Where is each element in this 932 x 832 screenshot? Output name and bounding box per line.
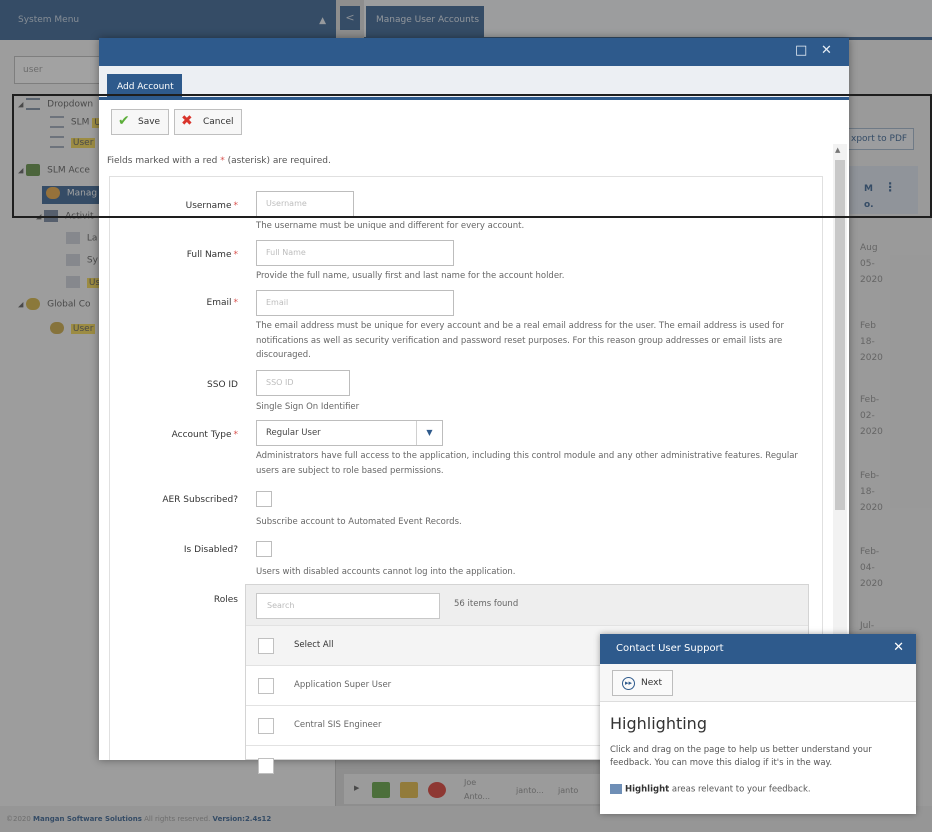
email-input[interactable]: Email: [256, 290, 454, 316]
email-label: Email *: [206, 298, 238, 308]
dialog-titlebar[interactable]: □ ✕: [99, 38, 849, 66]
support-body: Click and drag on the page to help us be…: [610, 745, 872, 768]
role-checkbox[interactable]: [258, 678, 274, 694]
roles-label: Roles: [213, 595, 238, 605]
feedback-highlight-region[interactable]: [12, 94, 932, 218]
close-icon[interactable]: ✕: [821, 44, 832, 58]
aer-subscribed-checkbox[interactable]: [256, 491, 272, 507]
contact-support-panel[interactable]: Contact User Support ✕ ▸▸ Next Highlight…: [600, 634, 916, 814]
full-name-input[interactable]: Full Name: [256, 240, 454, 266]
sso-id-input[interactable]: SSO ID: [256, 370, 350, 396]
support-titlebar[interactable]: Contact User Support ✕: [600, 634, 916, 664]
next-icon: ▸▸: [622, 677, 635, 690]
close-icon[interactable]: ✕: [893, 641, 904, 655]
aer-subscribed-label: AER Subscribed?: [162, 495, 238, 505]
account-type-select[interactable]: Regular User ▼: [256, 420, 443, 446]
select-all-checkbox[interactable]: [258, 638, 274, 654]
support-title: Contact User Support: [616, 643, 724, 654]
maximize-icon[interactable]: □: [795, 44, 807, 58]
roles-count: 56 items found: [454, 599, 519, 609]
support-toolbar: ▸▸ Next: [600, 664, 916, 702]
full-name-help: Provide the full name, usually first and…: [256, 271, 565, 281]
sso-id-label: SSO ID: [207, 380, 238, 390]
is-disabled-label: Is Disabled?: [183, 545, 238, 555]
role-checkbox[interactable]: [258, 718, 274, 734]
select-all-label: Select All: [294, 640, 334, 650]
chevron-down-icon[interactable]: ▼: [416, 421, 442, 445]
role-label: Application Super User: [294, 680, 392, 690]
is-disabled-checkbox[interactable]: [256, 541, 272, 557]
account-type-value: Regular User: [266, 428, 321, 438]
full-name-label: Full Name *: [186, 250, 238, 260]
role-label: Central SIS Engineer: [294, 720, 382, 730]
role-checkbox[interactable]: [258, 758, 274, 774]
support-hint: Highlight areas relevant to your feedbac…: [610, 784, 811, 795]
username-help: The username must be unique and differen…: [256, 221, 525, 231]
email-help: The email address must be unique for eve…: [256, 321, 784, 360]
roles-toolbar: Search 56 items found: [246, 585, 808, 625]
next-button[interactable]: ▸▸ Next: [612, 670, 673, 696]
roles-search-input[interactable]: Search: [256, 593, 440, 619]
highlighter-icon: [610, 784, 622, 794]
sso-id-help: Single Sign On Identifier: [256, 402, 360, 412]
support-heading: Highlighting: [610, 714, 707, 733]
is-disabled-help: Users with disabled accounts cannot log …: [256, 567, 516, 577]
next-label: Next: [641, 678, 662, 688]
aer-subscribed-help: Subscribe account to Automated Event Rec…: [256, 517, 462, 527]
account-type-help: Administrators have full access to the a…: [256, 451, 798, 476]
account-type-label: Account Type *: [171, 430, 238, 440]
